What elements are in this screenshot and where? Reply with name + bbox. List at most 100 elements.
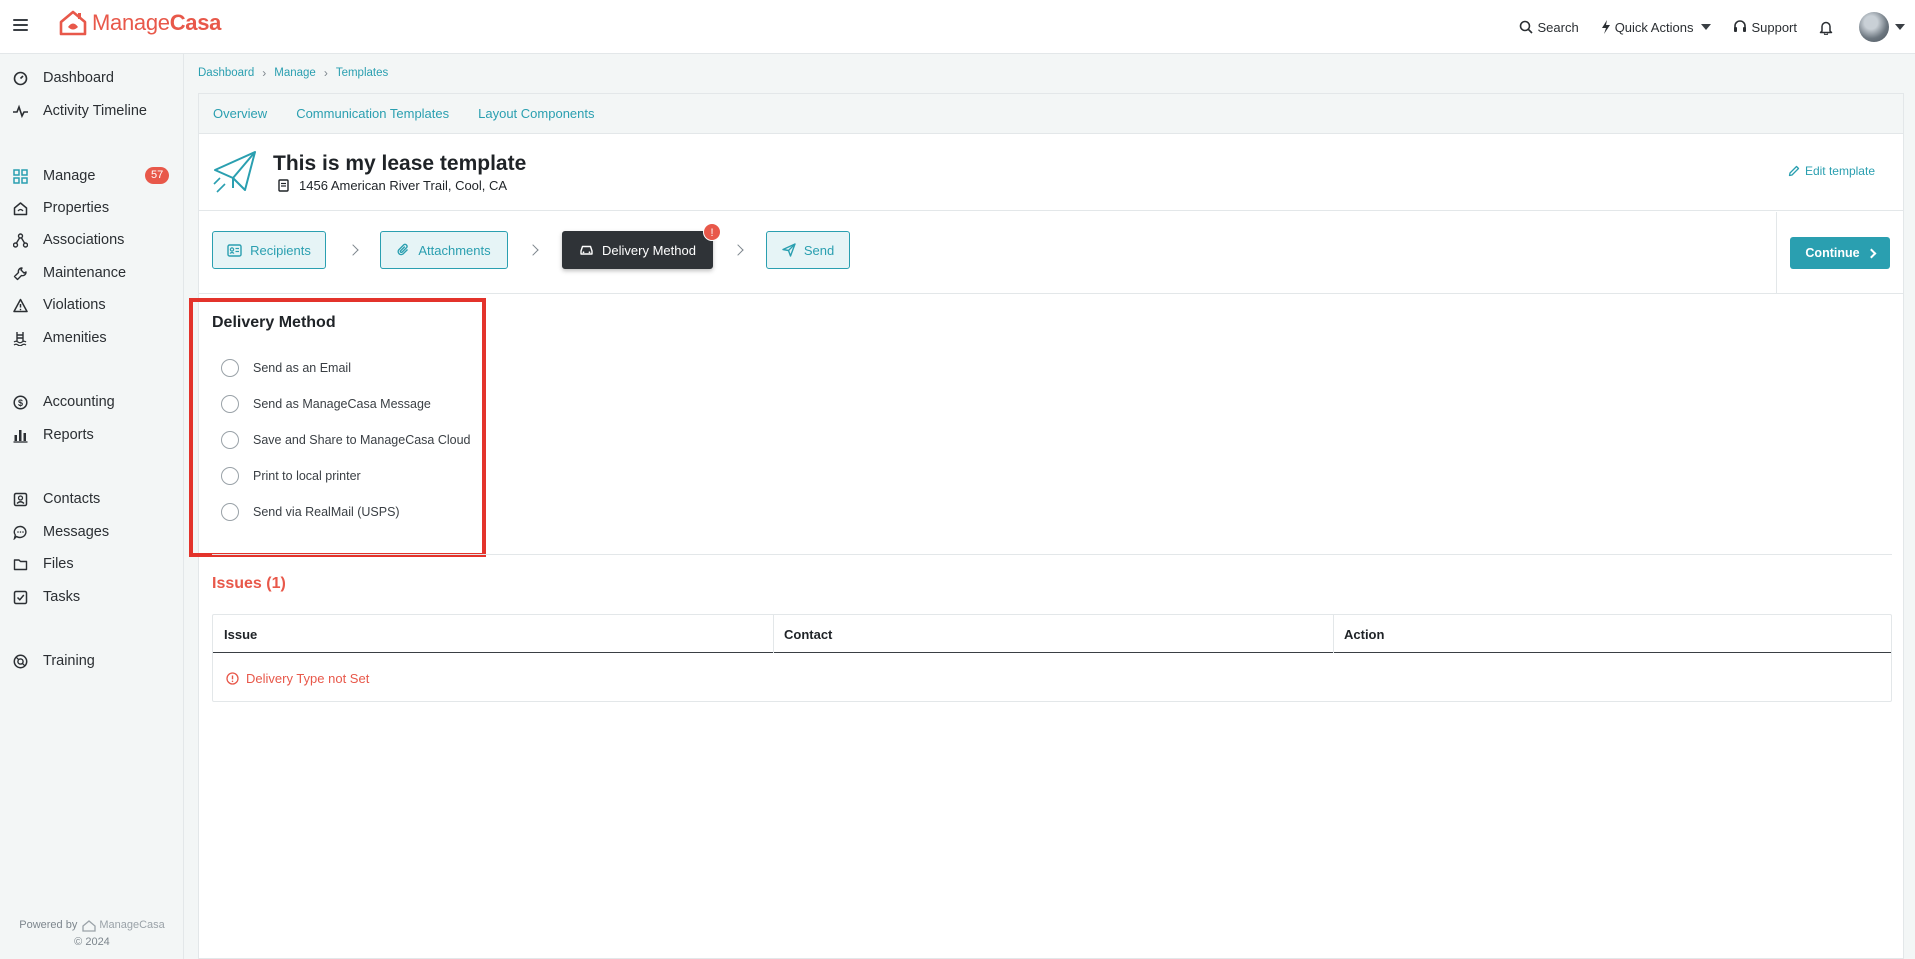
chevron-right-icon xyxy=(347,244,359,256)
checkbox-icon xyxy=(13,590,28,604)
column-header-action: Action xyxy=(1344,626,1385,642)
count-badge: 57 xyxy=(145,167,170,184)
sidebar-item-contacts[interactable]: Contacts xyxy=(0,487,184,511)
bar-chart-icon xyxy=(13,429,28,443)
document-icon xyxy=(278,179,289,192)
sidebar-item-maintenance[interactable]: Maintenance xyxy=(0,261,184,285)
chevron-down-icon[interactable] xyxy=(1895,24,1905,30)
headset-icon xyxy=(1734,20,1747,32)
sidebar-item-messages[interactable]: Messages xyxy=(0,520,184,544)
warning-icon xyxy=(13,298,28,312)
search-icon xyxy=(1520,20,1534,34)
chat-icon xyxy=(13,525,27,540)
sidebar-item-properties[interactable]: Properties xyxy=(0,196,184,220)
pulse-icon xyxy=(13,104,28,118)
breadcrumb-templates[interactable]: Templates xyxy=(336,67,388,79)
grid-icon xyxy=(13,168,28,184)
paperclip-icon xyxy=(397,243,409,256)
highlight-box xyxy=(189,298,486,557)
wrench-icon xyxy=(13,266,27,280)
template-address: 1456 American River Trail, Cool, CA xyxy=(278,178,507,193)
sidebar-item-amenities[interactable]: Amenities xyxy=(0,326,184,350)
sidebar-item-accounting[interactable]: $ Accounting xyxy=(0,390,184,414)
house-logo-icon xyxy=(82,919,96,932)
chevron-down-icon xyxy=(1701,24,1712,30)
step-attachments[interactable]: Attachments xyxy=(380,231,508,269)
edit-template-link[interactable]: Edit template xyxy=(1788,164,1875,178)
network-icon xyxy=(13,232,28,248)
divider xyxy=(1776,212,1777,294)
alert-circle-icon xyxy=(226,671,239,685)
sidebar-item-reports[interactable]: Reports xyxy=(0,423,184,447)
step-label: Delivery Method xyxy=(602,242,696,258)
chevron-right-icon xyxy=(732,244,744,256)
continue-label: Continue xyxy=(1805,246,1860,260)
step-delivery-method[interactable]: Delivery Method xyxy=(562,231,713,269)
menu-icon[interactable] xyxy=(13,19,28,31)
table-header: Issue Contact Action xyxy=(213,615,1891,653)
sidebar-item-tasks[interactable]: Tasks xyxy=(0,585,184,609)
sidebar-item-label: Reports xyxy=(43,427,94,443)
address-text: 1456 American River Trail, Cool, CA xyxy=(299,178,508,193)
id-card-icon xyxy=(227,243,242,257)
sidebar-item-label: Properties xyxy=(43,200,110,216)
chevron-right-icon xyxy=(1866,248,1877,258)
sidebar-item-label: Messages xyxy=(43,524,110,540)
support-button[interactable]: Support xyxy=(1733,20,1797,35)
tab-layout-components[interactable]: Layout Components xyxy=(478,106,594,121)
search-button[interactable]: Search xyxy=(1519,20,1579,35)
alert-badge: ! xyxy=(703,223,721,241)
notifications-button[interactable] xyxy=(1819,20,1837,35)
pencil-icon xyxy=(1788,165,1800,177)
sidebar-item-associations[interactable]: Associations xyxy=(0,228,184,252)
car-icon xyxy=(580,245,593,255)
edit-template-label: Edit template xyxy=(1804,164,1875,178)
main-card: This is my lease template 1456 American … xyxy=(189,133,1904,959)
avatar[interactable] xyxy=(1859,12,1889,42)
gauge-icon xyxy=(13,71,28,85)
sidebar-item-violations[interactable]: Violations xyxy=(0,293,184,317)
sidebar-item-manage[interactable]: Manage 57 xyxy=(0,164,184,188)
top-bar: ManageCasa Search Quick Actions Support xyxy=(0,0,1915,54)
dollar-icon: $ xyxy=(13,394,28,410)
sidebar-item-label: Activity Timeline xyxy=(43,103,147,119)
tab-communication-templates[interactable]: Communication Templates xyxy=(296,106,449,121)
lightning-icon xyxy=(1601,20,1610,34)
page-title: This is my lease template xyxy=(273,152,527,175)
logo-text: ManageCasa xyxy=(92,10,222,35)
folder-icon xyxy=(13,558,28,570)
sidebar-item-label: Associations xyxy=(43,232,125,248)
step-recipients[interactable]: Recipients xyxy=(212,231,326,269)
send-icon xyxy=(782,243,796,257)
sidebar-item-label: Accounting xyxy=(43,394,115,410)
chevron-right-icon: › xyxy=(323,66,328,80)
step-send[interactable]: Send xyxy=(766,231,850,269)
chevron-right-icon xyxy=(527,244,539,256)
powered-by: Powered by ManageCasa © 2024 xyxy=(0,917,184,951)
template-header: This is my lease template 1456 American … xyxy=(199,134,1903,211)
tab-bar: Overview Communication Templates Layout … xyxy=(198,93,1904,133)
bell-icon xyxy=(1819,21,1833,35)
tab-overview[interactable]: Overview xyxy=(213,106,267,121)
pool-icon xyxy=(13,331,27,346)
continue-button[interactable]: Continue xyxy=(1790,237,1890,269)
quick-actions-button[interactable]: Quick Actions xyxy=(1601,20,1712,35)
powered-by-label: Powered by xyxy=(19,919,78,931)
sidebar-item-training[interactable]: Training xyxy=(0,649,184,673)
issues-heading: Issues (1) xyxy=(212,575,286,592)
divider xyxy=(212,554,1892,555)
sidebar-item-label: Files xyxy=(43,556,74,572)
logo[interactable]: ManageCasa xyxy=(58,10,221,36)
sidebar-item-activity-timeline[interactable]: Activity Timeline xyxy=(0,99,184,123)
sidebar-item-files[interactable]: Files xyxy=(0,552,184,576)
sidebar-item-dashboard[interactable]: Dashboard xyxy=(0,66,184,90)
quick-actions-label: Quick Actions xyxy=(1614,19,1694,35)
sidebar: Dashboard Activity Timeline Manage 57 Pr… xyxy=(0,54,184,959)
issues-table: Issue Contact Action Delivery Type not S… xyxy=(212,614,1892,702)
sidebar-item-label: Dashboard xyxy=(43,70,114,86)
sidebar-item-label: Manage xyxy=(43,168,96,184)
breadcrumb-manage[interactable]: Manage xyxy=(274,67,316,79)
contact-card-icon xyxy=(13,492,28,506)
breadcrumb-dashboard[interactable]: Dashboard xyxy=(198,67,254,79)
lifebuoy-icon xyxy=(13,654,28,668)
